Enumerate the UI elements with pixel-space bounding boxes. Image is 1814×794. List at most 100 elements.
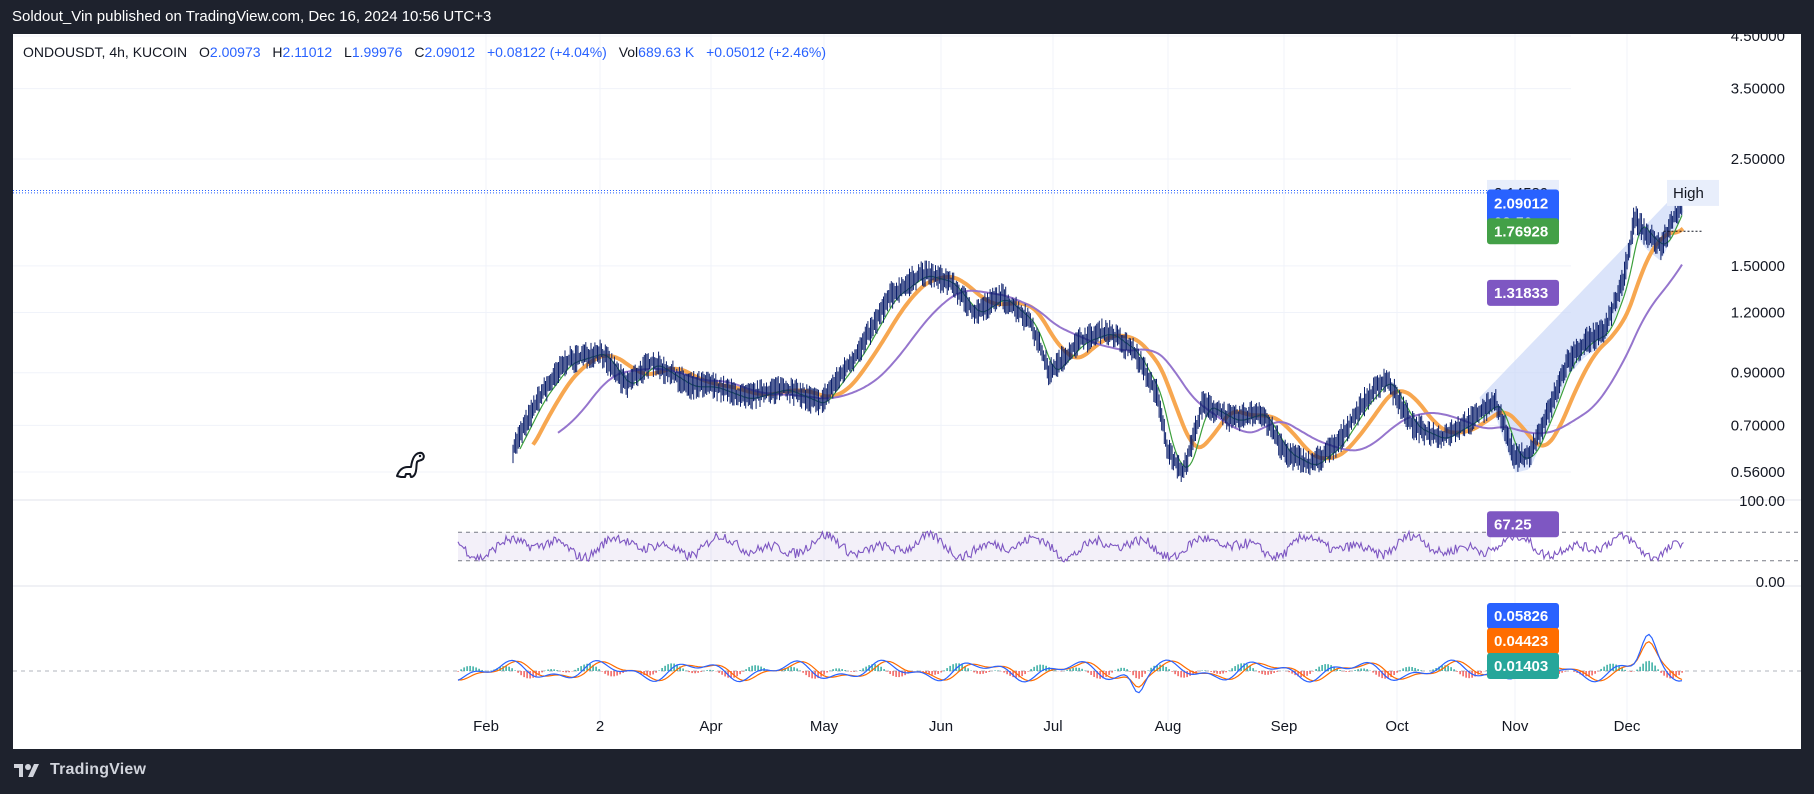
macd-hist-bar	[652, 671, 654, 675]
macd-hist-bar	[1003, 671, 1005, 673]
macd-hist-bar	[721, 671, 723, 675]
histogram-value-tag: 0.01403	[1487, 653, 1559, 679]
macd-hist-bar	[742, 671, 744, 672]
macd-hist-bar	[1624, 669, 1626, 671]
ma-fast-tag-text: 1.76928	[1494, 223, 1548, 240]
macd-hist-bar	[988, 671, 990, 672]
macd-hist-bar	[1651, 662, 1653, 671]
macd-hist-bar	[898, 671, 900, 678]
price-tick-label: 1.50000	[1731, 258, 1785, 275]
macd-hist-bar	[1234, 666, 1236, 671]
macd-hist-bar	[1378, 671, 1380, 677]
price-axis: 4.50000 3.50000 2.50000 1.50000 1.20000 0.900…	[1731, 34, 1785, 591]
macd-hist-bar	[805, 671, 807, 676]
macd-hist-bar	[1453, 669, 1455, 671]
macd-hist-bar	[967, 668, 969, 671]
macd-hist-bar	[1216, 671, 1218, 674]
macd-hist-bar	[469, 665, 471, 671]
macd-hist-bar	[880, 666, 882, 671]
macd-hist-bar	[1480, 671, 1482, 673]
legend-symbol[interactable]: ONDOUSDT, 4h, KUCOIN	[23, 44, 187, 60]
macd-hist-bar	[1090, 671, 1092, 675]
macd-hist-bar	[1321, 664, 1323, 671]
macd-hist-bar	[1093, 671, 1095, 677]
legend-vol: 689.63 K	[638, 44, 695, 60]
macd-hist-bar	[1186, 671, 1188, 678]
macd-hist-bar	[1606, 664, 1608, 671]
macd-hist-bar	[1087, 671, 1089, 673]
histogram-value-tag-text: 0.01403	[1494, 658, 1548, 675]
legend-change: +0.08122 (+4.04%)	[486, 44, 607, 60]
macd-hist-bar	[1309, 671, 1311, 674]
time-tick-label: Aug	[1155, 718, 1182, 735]
macd-hist-bar	[985, 671, 987, 674]
symbol-legend: ONDOUSDT, 4h, KUCOIN O2.00973 H2.11012 L…	[23, 44, 826, 60]
tradingview-logo-icon	[14, 764, 39, 777]
macd-hist-bar	[1603, 666, 1605, 671]
macd-hist-bar	[1132, 671, 1134, 676]
macd-hist-bar	[565, 671, 567, 673]
chart-frame[interactable]: ONDOUSDT, 4h, KUCOIN O2.00973 H2.11012 L…	[13, 34, 1801, 749]
macd-hist-bar	[1360, 668, 1362, 671]
signal-value-tag: 0.04423	[1487, 628, 1559, 654]
macd-hist-bar	[700, 671, 702, 672]
macd-hist-bar	[1171, 671, 1173, 672]
macd-hist-bar	[682, 668, 684, 671]
macd-hist-bar	[1174, 671, 1176, 675]
macd-hist-bar	[1120, 667, 1122, 671]
macd-hist-bar	[1414, 667, 1416, 671]
macd-hist-bar	[1114, 670, 1116, 671]
rsi-value-tag-text: 67.25	[1494, 516, 1532, 533]
price-tick-label: 0.90000	[1731, 365, 1785, 382]
macd-hist-bar	[808, 671, 810, 678]
chart-canvas[interactable]: 4.50000 3.50000 2.50000 1.50000 1.20000 0.900…	[13, 34, 1801, 749]
macd-hist-bar	[895, 671, 897, 677]
macd-value-tag: 0.05826	[1487, 603, 1559, 629]
macd-hist-bar	[1657, 669, 1659, 671]
macd-hist-bar	[1399, 670, 1401, 671]
macd-hist-bar	[1267, 671, 1269, 675]
price-tick-label: 4.50000	[1731, 34, 1785, 45]
macd-hist-bar	[481, 669, 483, 671]
macd-hist-bar	[1177, 671, 1179, 677]
footer-brand[interactable]: TradingView	[14, 761, 146, 779]
macd-hist-bar	[475, 667, 477, 671]
macd-hist-bar	[547, 669, 549, 671]
macd-hist-bar	[1054, 670, 1056, 671]
macd-hist-bar	[1273, 671, 1275, 673]
macd-hist-bar	[1348, 671, 1350, 672]
macd-hist-bar	[1324, 664, 1326, 671]
macd-hist-bar	[754, 665, 756, 671]
footer-brand-text: TradingView	[50, 761, 147, 778]
macd-hist-bar	[1312, 671, 1314, 672]
time-tick-label: Feb	[473, 718, 499, 735]
macd-hist-bar	[1135, 671, 1137, 679]
macd-hist-bar	[952, 664, 954, 671]
macd-hist-bar	[1564, 671, 1566, 672]
macd-hist-bar	[694, 671, 696, 674]
macd-hist-bar	[1420, 670, 1422, 671]
macd-hist-bar	[610, 671, 612, 677]
macd-hist-bar	[706, 670, 708, 671]
macd-hist-bar	[793, 667, 795, 671]
macd-hist-bar	[514, 670, 516, 671]
macd-hist-bar	[601, 671, 603, 672]
macd-hist-bar	[1258, 671, 1260, 673]
macd-hist-bar	[940, 671, 942, 673]
macd-hist-bar	[595, 666, 597, 671]
macd-hist-bar	[1375, 671, 1377, 675]
macd-hist-bar	[649, 671, 651, 676]
macd-hist-bar	[664, 665, 666, 671]
macd-hist-bar	[1639, 666, 1641, 671]
macd-hist-bar	[1432, 669, 1434, 671]
macd-hist-bar	[1366, 669, 1368, 671]
macd-hist-bar	[613, 671, 615, 677]
macd-hist-bar	[1465, 671, 1467, 678]
macd-hist-bar	[1204, 670, 1206, 671]
macd-hist-bar	[538, 671, 540, 675]
macd-value-tag-text: 0.05826	[1494, 608, 1548, 625]
legend-low-label: L	[344, 44, 352, 60]
macd-hist-bar	[1630, 671, 1632, 672]
time-tick-label: May	[810, 718, 839, 735]
macd-hist-bar	[1372, 671, 1374, 673]
